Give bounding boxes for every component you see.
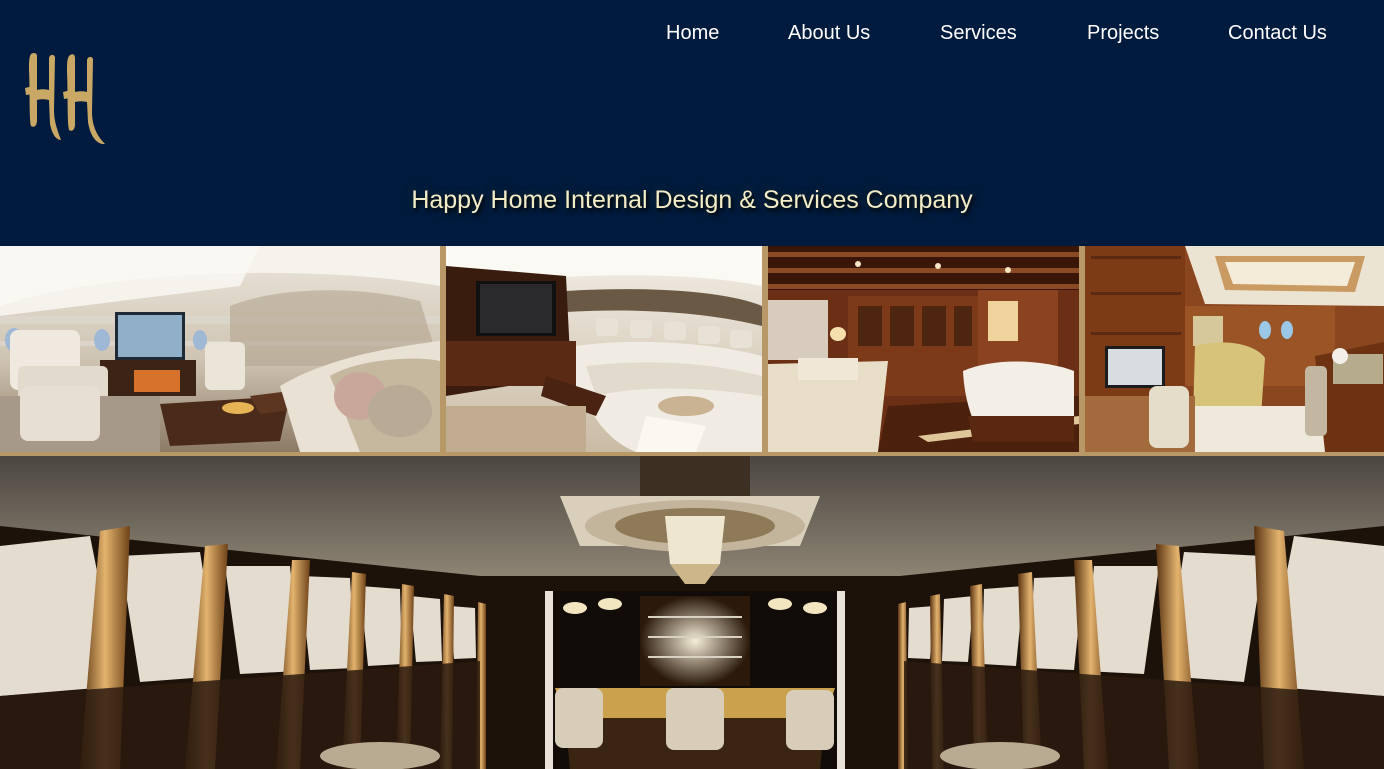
nav-contact-us[interactable]: Contact Us xyxy=(1228,22,1327,45)
jet-lounge-image xyxy=(0,246,440,452)
page: Home About Us Services Projects Contact … xyxy=(0,0,1384,769)
site-header: Home About Us Services Projects Contact … xyxy=(0,0,1384,246)
jet-bar-image xyxy=(0,456,1384,769)
gallery-photo-jet-lounge[interactable] xyxy=(0,246,440,452)
nav-projects[interactable]: Projects xyxy=(1087,22,1159,45)
gallery-photo-wood-office[interactable] xyxy=(1085,246,1384,452)
gallery-photo-jet-sofa[interactable] xyxy=(446,246,762,452)
nav-services[interactable]: Services xyxy=(940,22,1017,45)
hero-banner xyxy=(0,456,1384,769)
wood-office-image xyxy=(1085,246,1384,452)
nav-home[interactable]: Home xyxy=(666,22,719,45)
wood-bedroom-image xyxy=(768,246,1079,452)
jet-sofa-image xyxy=(446,246,762,452)
gallery-photo-wood-bedroom[interactable] xyxy=(768,246,1079,452)
nav-about-us[interactable]: About Us xyxy=(788,22,870,45)
hh-logo-icon xyxy=(25,52,105,145)
gallery-strip xyxy=(0,246,1384,456)
brand-logo[interactable] xyxy=(25,50,109,150)
site-tagline: Happy Home Internal Design & Services Co… xyxy=(411,186,973,214)
